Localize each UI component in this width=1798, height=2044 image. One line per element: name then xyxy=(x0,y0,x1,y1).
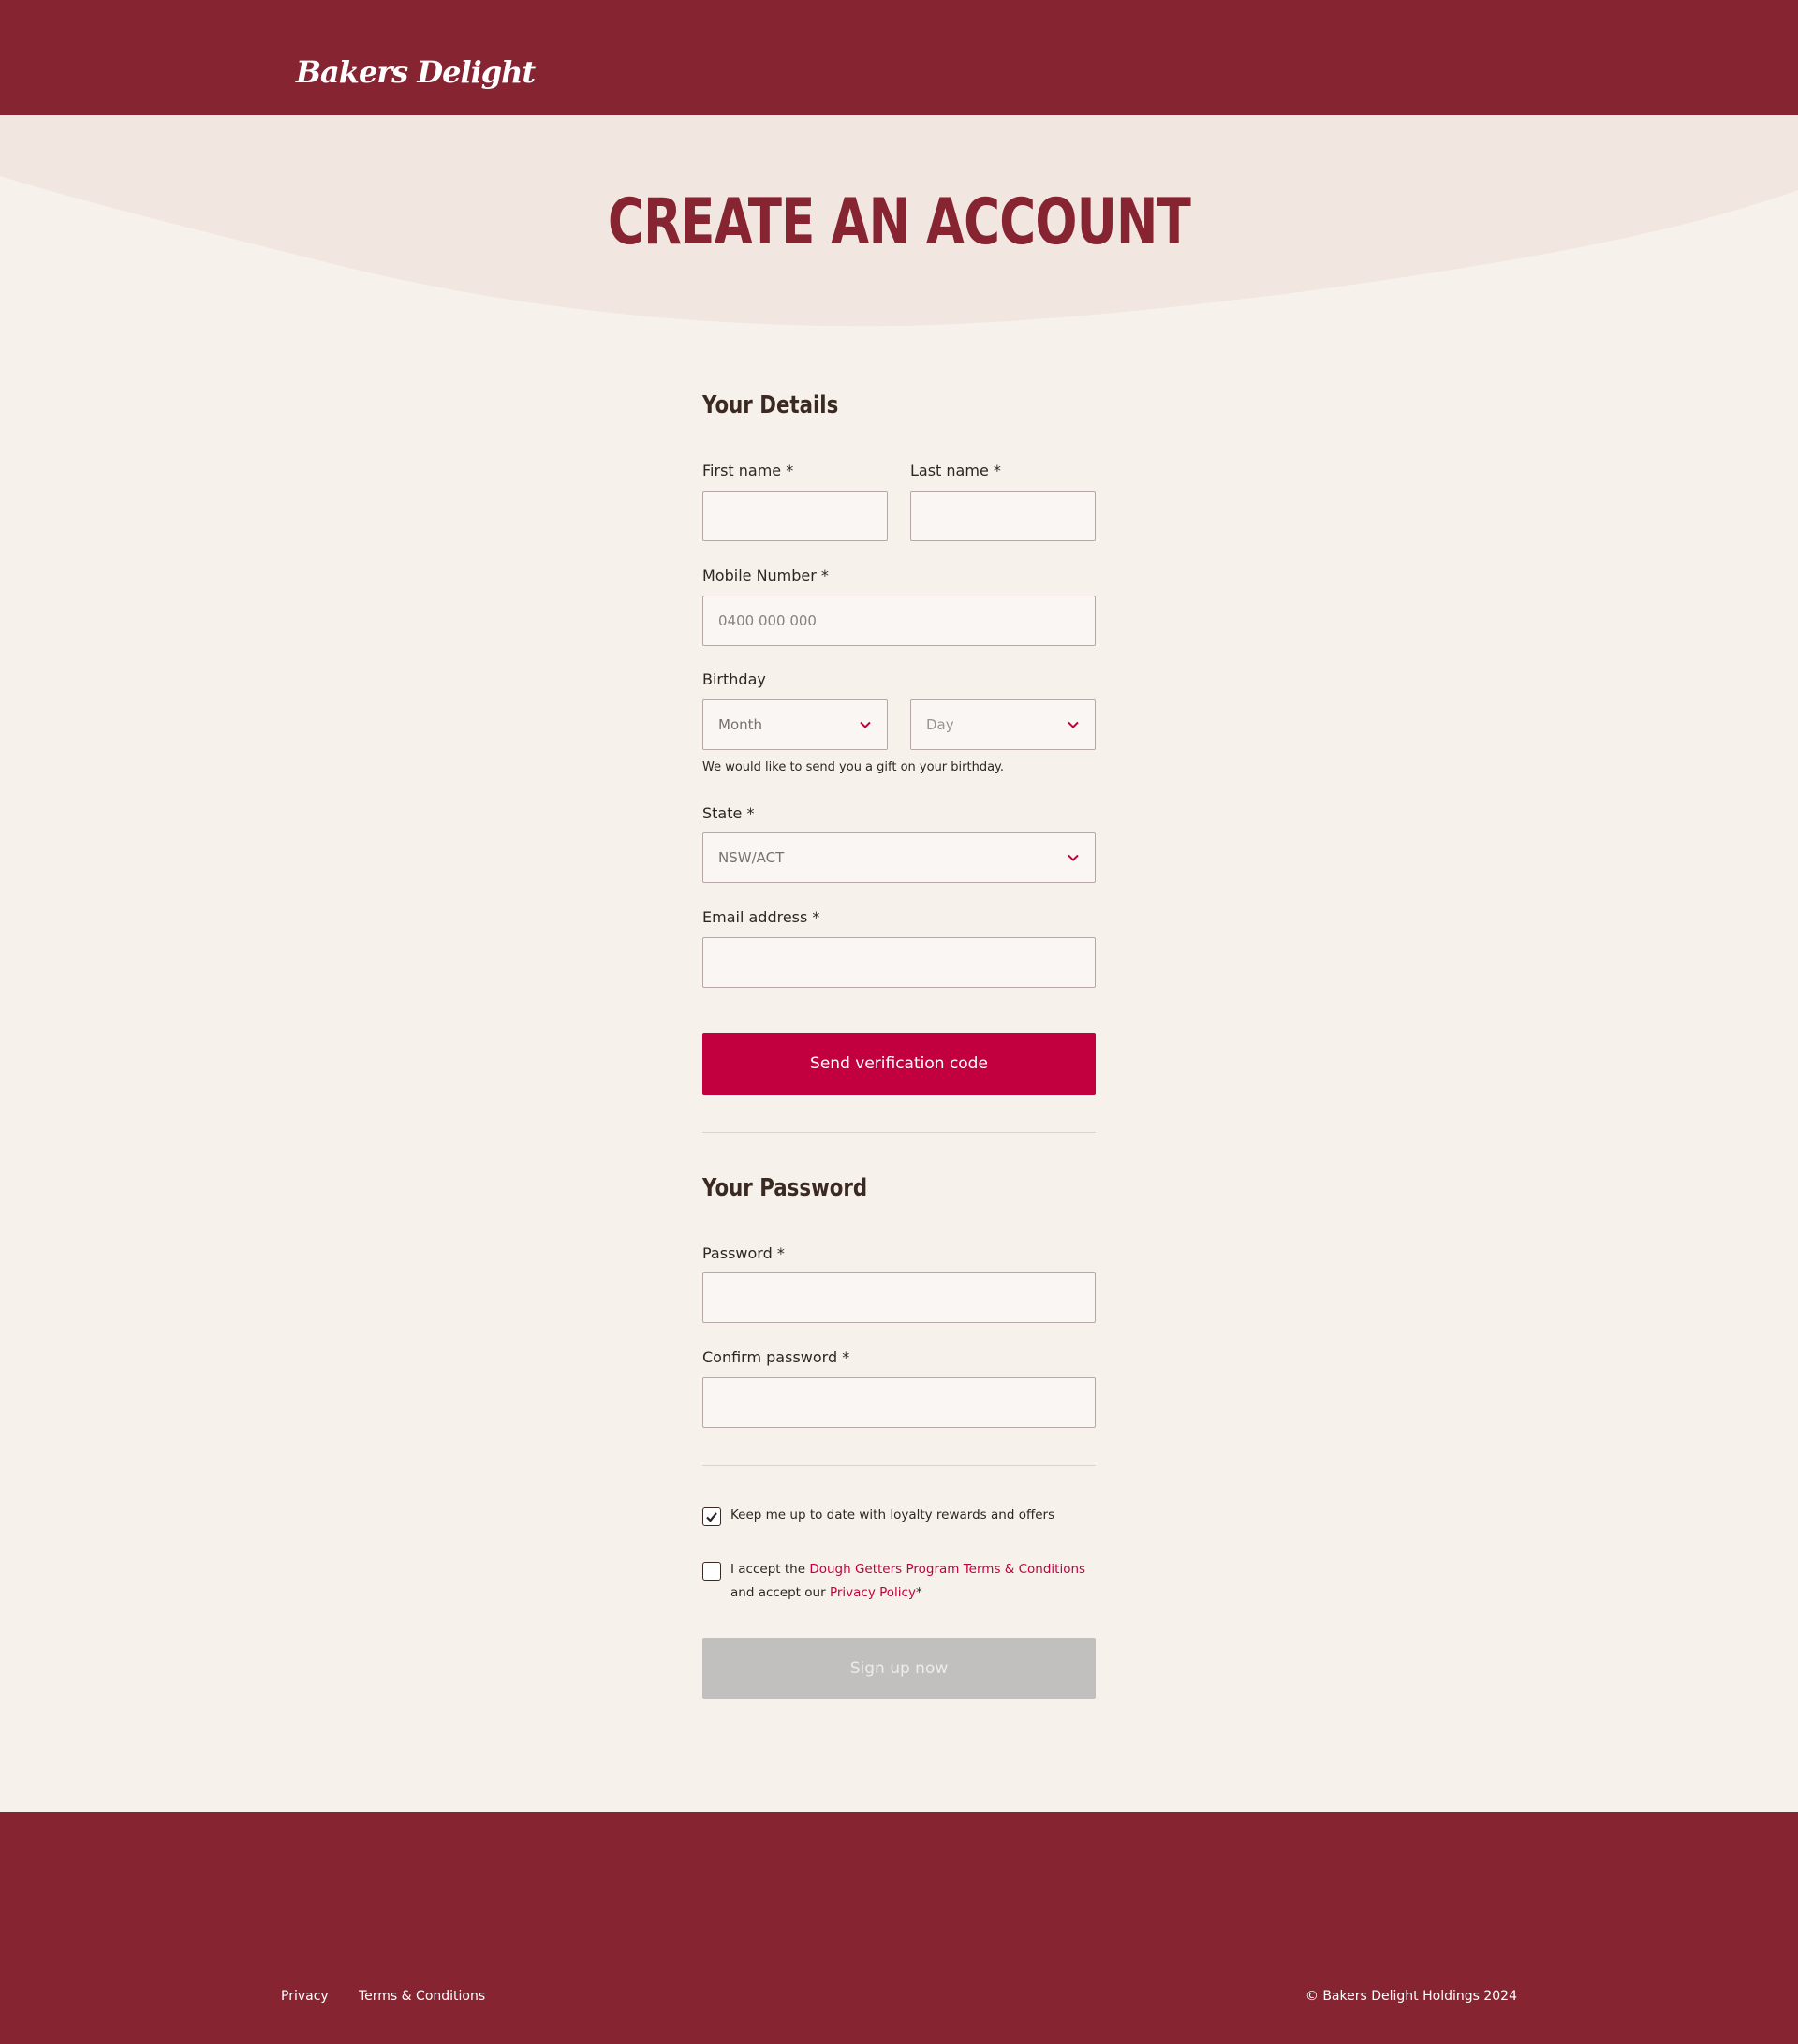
sign-up-button[interactable]: Sign up now xyxy=(702,1638,1096,1699)
your-details-heading: Your Details xyxy=(702,391,839,419)
state-select[interactable]: NSW/ACT xyxy=(702,832,1096,883)
chevron-down-icon xyxy=(1068,854,1079,861)
privacy-policy-link[interactable]: Privacy Policy xyxy=(830,1585,916,1600)
confirm-password-input[interactable] xyxy=(702,1377,1096,1428)
last-name-label: Last name * xyxy=(910,462,1001,479)
page-title: CREATE AN ACCOUNT xyxy=(607,185,1191,259)
state-value: NSW/ACT xyxy=(718,849,785,866)
last-name-input[interactable] xyxy=(910,491,1096,541)
birthday-label: Birthday xyxy=(702,670,766,688)
email-label: Email address * xyxy=(702,908,820,926)
section-divider xyxy=(702,1465,1096,1466)
password-input[interactable] xyxy=(702,1272,1096,1323)
birthday-hint: We would like to send you a gift on your… xyxy=(702,760,1005,774)
birthday-day-value: Day xyxy=(926,716,954,733)
footer-terms-link[interactable]: Terms & Conditions xyxy=(359,1989,485,2004)
birthday-month-value: Month xyxy=(718,716,763,733)
mobile-number-input[interactable] xyxy=(702,596,1096,646)
first-name-label: First name * xyxy=(702,462,794,479)
terms-conditions-link[interactable]: Dough Getters Program Terms & Conditions xyxy=(809,1562,1085,1577)
terms-consent-row: I accept the Dough Getters Program Terms… xyxy=(702,1561,1085,1605)
first-name-input[interactable] xyxy=(702,491,888,541)
state-label: State * xyxy=(702,804,755,822)
terms-prefix: I accept the xyxy=(730,1562,806,1577)
section-divider xyxy=(702,1132,1096,1133)
check-icon xyxy=(706,1512,717,1522)
terms-consent-text: I accept the Dough Getters Program Terms… xyxy=(730,1558,1085,1605)
chevron-down-icon xyxy=(860,721,871,728)
site-header: Bakers Delight xyxy=(0,0,1798,115)
terms-checkbox[interactable] xyxy=(702,1562,721,1581)
chevron-down-icon xyxy=(1068,721,1079,728)
confirm-password-label: Confirm password * xyxy=(702,1348,850,1366)
mobile-number-label: Mobile Number * xyxy=(702,566,829,584)
loyalty-checkbox[interactable] xyxy=(702,1507,721,1526)
email-input[interactable] xyxy=(702,937,1096,988)
bakers-delight-logo[interactable]: Bakers Delight xyxy=(296,54,536,90)
send-verification-code-button[interactable]: Send verification code xyxy=(702,1033,1096,1095)
password-label: Password * xyxy=(702,1244,785,1262)
birthday-day-select[interactable]: Day xyxy=(910,699,1096,750)
terms-middle: and accept our xyxy=(730,1585,826,1600)
site-footer xyxy=(0,1812,1798,2044)
loyalty-consent-text: Keep me up to date with loyalty rewards … xyxy=(730,1507,1055,1522)
birthday-month-select[interactable]: Month xyxy=(702,699,888,750)
your-password-heading: Your Password xyxy=(702,1174,868,1202)
required-asterisk: * xyxy=(915,1585,922,1600)
footer-privacy-link[interactable]: Privacy xyxy=(281,1989,329,2004)
footer-copyright: © Bakers Delight Holdings 2024 xyxy=(1304,1989,1517,2004)
loyalty-consent-row: Keep me up to date with loyalty rewards … xyxy=(702,1507,1054,1527)
